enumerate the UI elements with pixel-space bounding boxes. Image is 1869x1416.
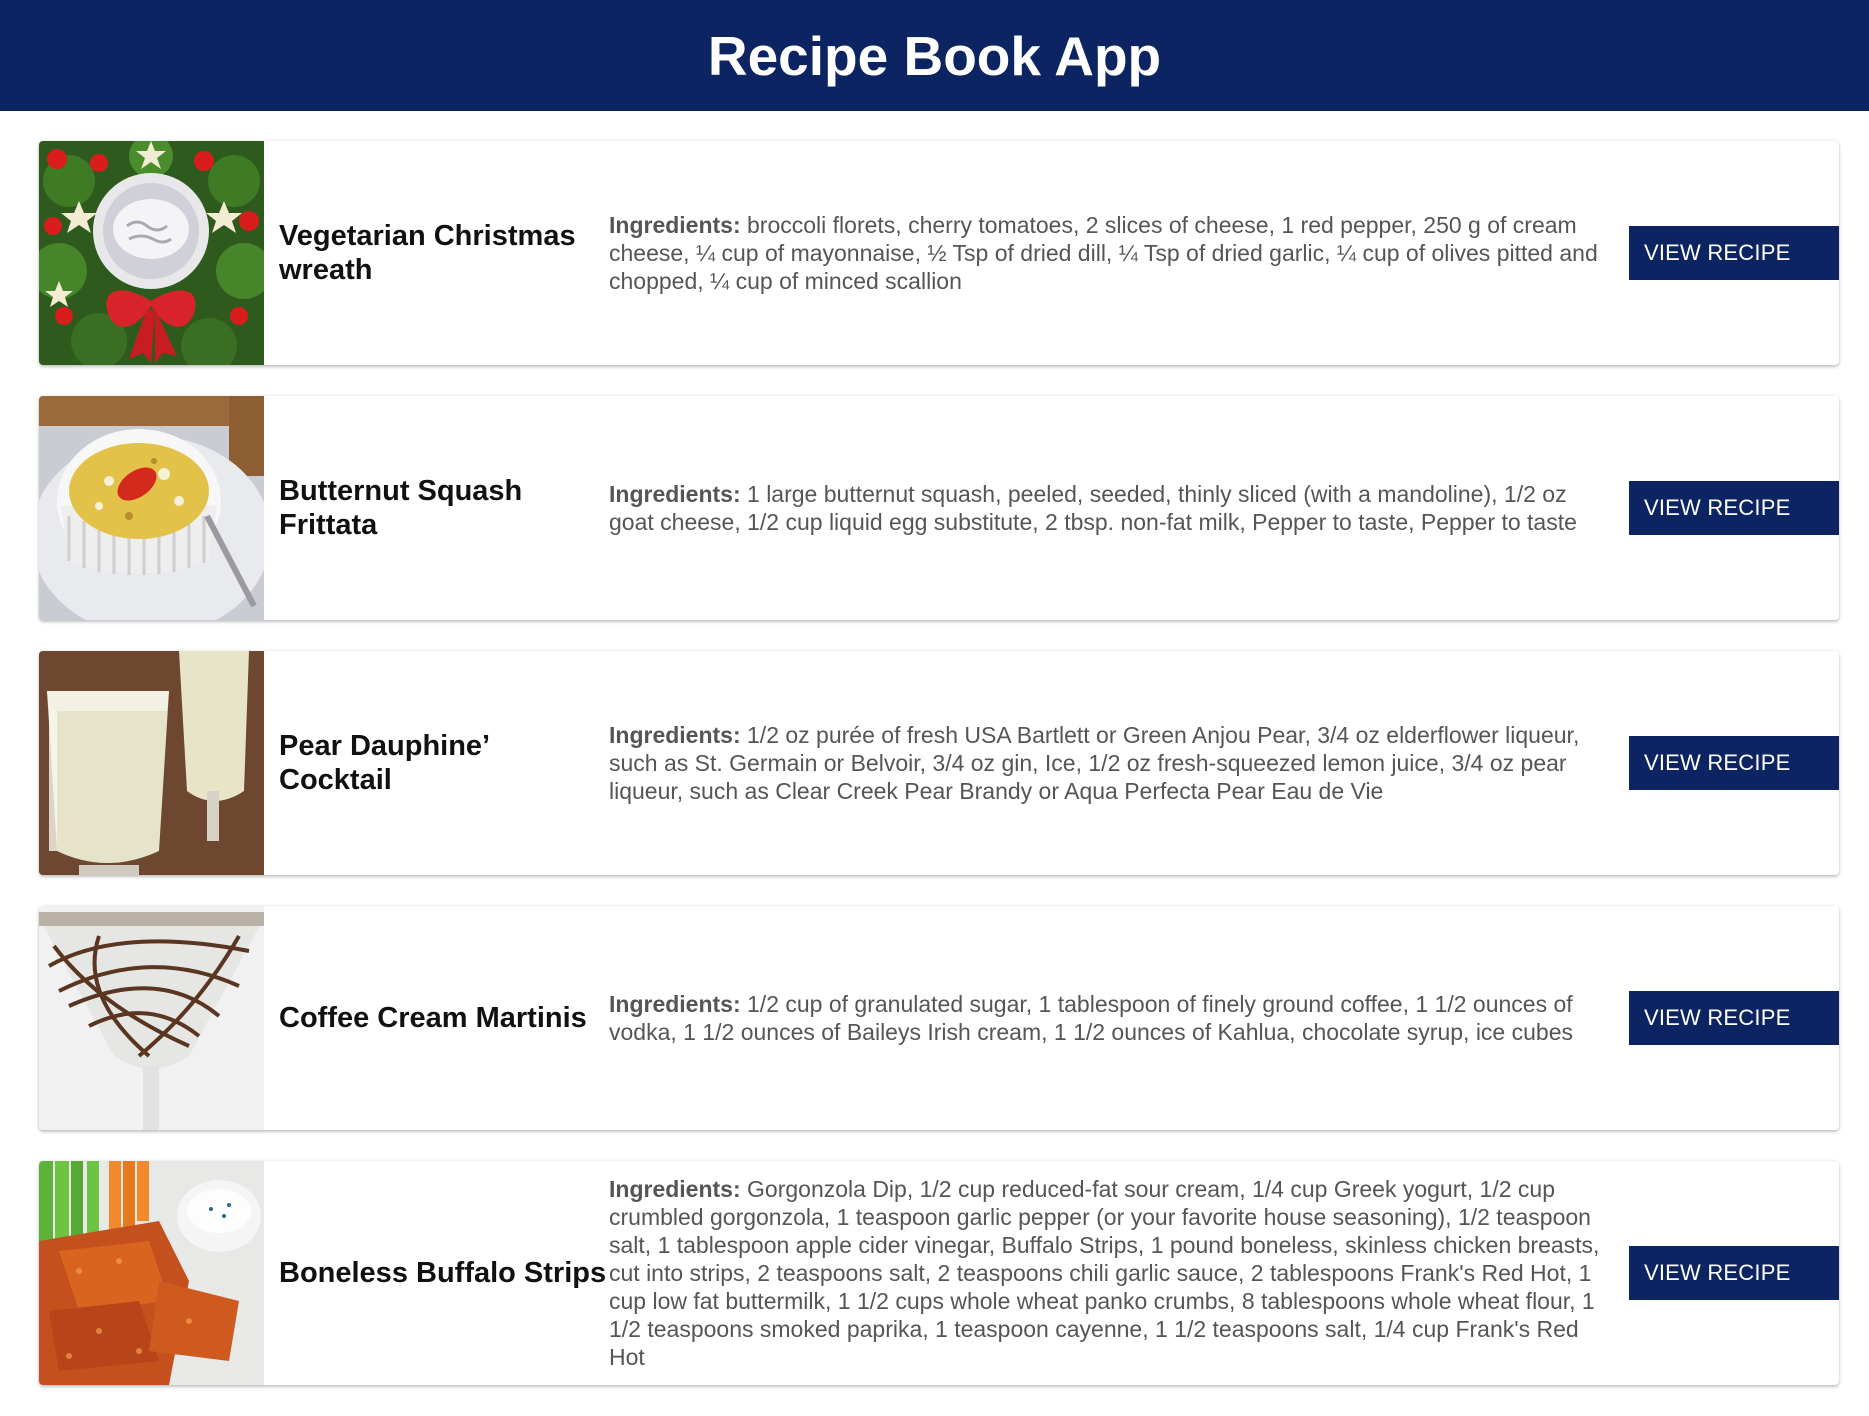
recipe-title: Butternut Squash Frittata	[279, 475, 523, 541]
recipe-card: Butternut Squash Frittata Ingredients: 1…	[39, 396, 1839, 620]
recipe-title: Boneless Buffalo Strips	[279, 1257, 607, 1289]
recipe-ingredients: Ingredients: broccoli florets, cherry to…	[609, 211, 1629, 295]
ingredients-label: Ingredients:	[609, 212, 741, 238]
recipe-image	[39, 141, 264, 365]
ingredients-text: broccoli florets, cherry tomatoes, 2 sli…	[609, 212, 1598, 294]
app-title: Recipe Book App	[707, 24, 1162, 87]
recipe-image	[39, 906, 264, 1130]
recipe-title: Coffee Cream Martinis	[279, 1002, 587, 1034]
recipe-image	[39, 651, 264, 875]
view-recipe-button[interactable]: VIEW RECIPE	[1629, 481, 1839, 535]
recipe-card: Vegetarian Christmas wreath Ingredients:…	[39, 141, 1839, 365]
recipe-ingredients: Ingredients: Gorgonzola Dip, 1/2 cup red…	[609, 1175, 1629, 1371]
ingredients-label: Ingredients:	[609, 722, 741, 748]
view-recipe-button[interactable]: VIEW RECIPE	[1629, 736, 1839, 790]
recipe-image	[39, 1161, 264, 1385]
ingredients-label: Ingredients:	[609, 481, 741, 507]
view-recipe-button[interactable]: VIEW RECIPE	[1629, 1246, 1839, 1300]
recipe-title: Vegetarian Christmas wreath	[279, 220, 576, 286]
recipe-ingredients: Ingredients: 1/2 cup of granulated sugar…	[609, 990, 1629, 1046]
buffalo-strips-plate-image	[39, 1161, 264, 1385]
recipe-image	[39, 396, 264, 620]
ingredients-text: 1 large butternut squash, peeled, seeded…	[609, 481, 1577, 535]
recipe-card: Coffee Cream Martinis Ingredients: 1/2 c…	[39, 906, 1839, 1130]
recipe-card: Boneless Buffalo Strips Ingredients: Gor…	[39, 1161, 1839, 1385]
frittata-ramekin-image	[39, 396, 264, 620]
view-recipe-button[interactable]: VIEW RECIPE	[1629, 991, 1839, 1045]
recipe-ingredients: Ingredients: 1 large butternut squash, p…	[609, 480, 1629, 536]
ingredients-label: Ingredients:	[609, 991, 741, 1017]
view-recipe-button[interactable]: VIEW RECIPE	[1629, 226, 1839, 280]
ingredients-text: Gorgonzola Dip, 1/2 cup reduced-fat sour…	[609, 1176, 1600, 1370]
recipe-card: Pear Dauphine’ Cocktail Ingredients: 1/2…	[39, 651, 1839, 875]
pear-cocktail-glasses-image	[39, 651, 264, 875]
christmas-wreath-dip-image	[39, 141, 264, 365]
recipe-ingredients: Ingredients: 1/2 oz purée of fresh USA B…	[609, 721, 1629, 805]
app-header: Recipe Book App	[0, 0, 1869, 111]
recipe-title: Pear Dauphine’ Cocktail	[279, 730, 489, 796]
ingredients-label: Ingredients:	[609, 1176, 741, 1202]
ingredients-text: 1/2 oz purée of fresh USA Bartlett or Gr…	[609, 722, 1580, 804]
recipe-list: Vegetarian Christmas wreath Ingredients:…	[39, 141, 1839, 1416]
ingredients-text: 1/2 cup of granulated sugar, 1 tablespoo…	[609, 991, 1573, 1045]
coffee-martini-glass-image	[39, 906, 264, 1130]
